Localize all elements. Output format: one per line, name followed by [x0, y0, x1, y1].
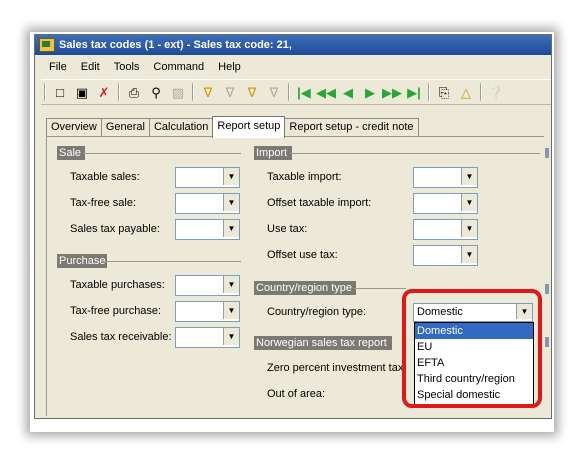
chevron-down-icon[interactable]: ▼ [461, 168, 477, 185]
delete-icon[interactable]: ✗ [95, 83, 113, 101]
alert-icon[interactable]: △ [457, 83, 475, 101]
chevron-down-icon[interactable]: ▼ [461, 246, 477, 263]
label-tax-free-sale: Tax-free sale: [70, 197, 137, 209]
tax-free-purchase-combo[interactable]: ▼ [175, 301, 240, 322]
group-country-rule [354, 288, 406, 289]
label-zero-percent-investment-tax: Zero percent investment tax [267, 362, 404, 374]
sales-tax-payable-combo[interactable]: ▼ [175, 219, 240, 240]
edge-mark [545, 148, 549, 158]
label-sales-tax-payable: Sales tax payable: [70, 223, 160, 235]
tab-report-setup-credit-note[interactable]: Report setup - credit note [284, 118, 419, 137]
label-taxable-purchases: Taxable purchases: [70, 279, 165, 291]
next-record-icon[interactable]: ▶ [361, 83, 379, 101]
previous-page-icon[interactable]: ◀◀ [316, 83, 336, 101]
tab-calculation[interactable]: Calculation [148, 118, 214, 137]
title-bar[interactable]: Sales tax codes (1 - ext) - Sales tax co… [35, 35, 551, 55]
chevron-down-icon[interactable]: ▼ [223, 328, 239, 345]
menu-edit[interactable]: Edit [74, 61, 107, 73]
toolbar: □ ▣ ✗ ⎙ ⚲ ▨ ∇ ∇ ∇ ∇ |◀ ◀◀ ◀ ▶ ▶▶ ▶| ⎘ △ … [41, 79, 551, 105]
offset-taxable-import-combo[interactable]: ▼ [413, 193, 478, 214]
tab-general[interactable]: General [100, 118, 150, 137]
label-offset-taxable-import: Offset taxable import: [267, 197, 372, 209]
label-country-region-type: Country/region type: [267, 306, 367, 318]
toolbar-separator [118, 83, 120, 101]
tab-strip: Overview General Calculation Report setu… [46, 116, 419, 138]
chevron-down-icon[interactable]: ▼ [223, 276, 239, 293]
label-offset-use-tax: Offset use tax: [267, 249, 338, 261]
print-icon[interactable]: ⎙ [125, 83, 143, 101]
label-taxable-import: Taxable import: [267, 171, 342, 183]
last-record-icon[interactable]: ▶| [405, 83, 423, 101]
toolbar-separator [44, 83, 46, 101]
menu-help[interactable]: Help [211, 61, 248, 73]
menu-tools[interactable]: Tools [107, 61, 147, 73]
chevron-down-icon[interactable]: ▼ [461, 194, 477, 211]
use-tax-combo[interactable]: ▼ [413, 219, 478, 240]
chevron-down-icon[interactable]: ▼ [223, 194, 239, 211]
tax-free-sale-combo[interactable]: ▼ [175, 193, 240, 214]
taxable-sales-combo[interactable]: ▼ [175, 167, 240, 188]
group-purchase-rule [105, 261, 241, 262]
offset-use-tax-combo[interactable]: ▼ [413, 245, 478, 266]
toolbar-separator [288, 83, 290, 101]
group-purchase-title: Purchase [57, 254, 107, 268]
filter-by-selection-icon[interactable]: ∇ [221, 83, 239, 101]
label-tax-free-purchase: Tax-free purchase: [70, 305, 162, 317]
attach-icon[interactable]: ⎘ [435, 83, 453, 101]
taxable-purchases-combo[interactable]: ▼ [175, 275, 240, 296]
save-icon[interactable]: ▣ [73, 83, 91, 101]
next-page-icon[interactable]: ▶▶ [382, 83, 402, 101]
taxable-import-combo[interactable]: ▼ [413, 167, 478, 188]
tab-report-setup[interactable]: Report setup [212, 116, 286, 138]
toolbar-separator [192, 83, 194, 101]
group-import-rule [290, 153, 540, 154]
group-sale-title: Sale [57, 146, 85, 160]
chevron-down-icon[interactable]: ▼ [223, 220, 239, 237]
tab-panel-border [46, 136, 544, 137]
edge-mark [545, 337, 549, 347]
new-icon[interactable]: □ [51, 83, 69, 101]
help-icon[interactable]: ❔ [487, 83, 505, 101]
group-sale-rule [83, 153, 241, 154]
label-use-tax: Use tax: [267, 223, 308, 235]
chevron-down-icon[interactable]: ▼ [223, 302, 239, 319]
chevron-down-icon[interactable]: ▼ [223, 168, 239, 185]
group-country-title: Country/region type [254, 281, 356, 295]
print-preview-icon[interactable]: ⚲ [147, 83, 165, 101]
advanced-filter-icon[interactable]: ∇ [243, 83, 261, 101]
sales-tax-receivable-combo[interactable]: ▼ [175, 327, 240, 348]
app-icon [39, 38, 55, 52]
toolbar-separator [428, 83, 430, 101]
label-taxable-sales: Taxable sales: [70, 171, 140, 183]
menu-command[interactable]: Command [146, 61, 211, 73]
window-title: Sales tax codes (1 - ext) - Sales tax co… [59, 39, 292, 51]
remove-filter-icon[interactable]: ∇ [265, 83, 283, 101]
filter-icon[interactable]: ∇ [199, 83, 217, 101]
group-norwegian-title: Norwegian sales tax report [254, 336, 392, 350]
label-sales-tax-receivable: Sales tax receivable: [70, 331, 172, 343]
tab-panel-left-border [46, 136, 47, 416]
menu-bar: File Edit Tools Command Help [35, 56, 551, 78]
previous-record-icon[interactable]: ◀ [339, 83, 357, 101]
first-record-icon[interactable]: |◀ [295, 83, 313, 101]
chevron-down-icon[interactable]: ▼ [461, 220, 477, 237]
group-import-title: Import [254, 146, 292, 160]
highlight-annotation [402, 289, 542, 408]
menu-file[interactable]: File [35, 61, 74, 73]
refresh-icon[interactable]: ▨ [169, 83, 187, 101]
label-out-of-area: Out of area: [267, 388, 326, 400]
tab-overview[interactable]: Overview [46, 118, 102, 137]
edge-mark [545, 284, 549, 294]
toolbar-separator [480, 83, 482, 101]
